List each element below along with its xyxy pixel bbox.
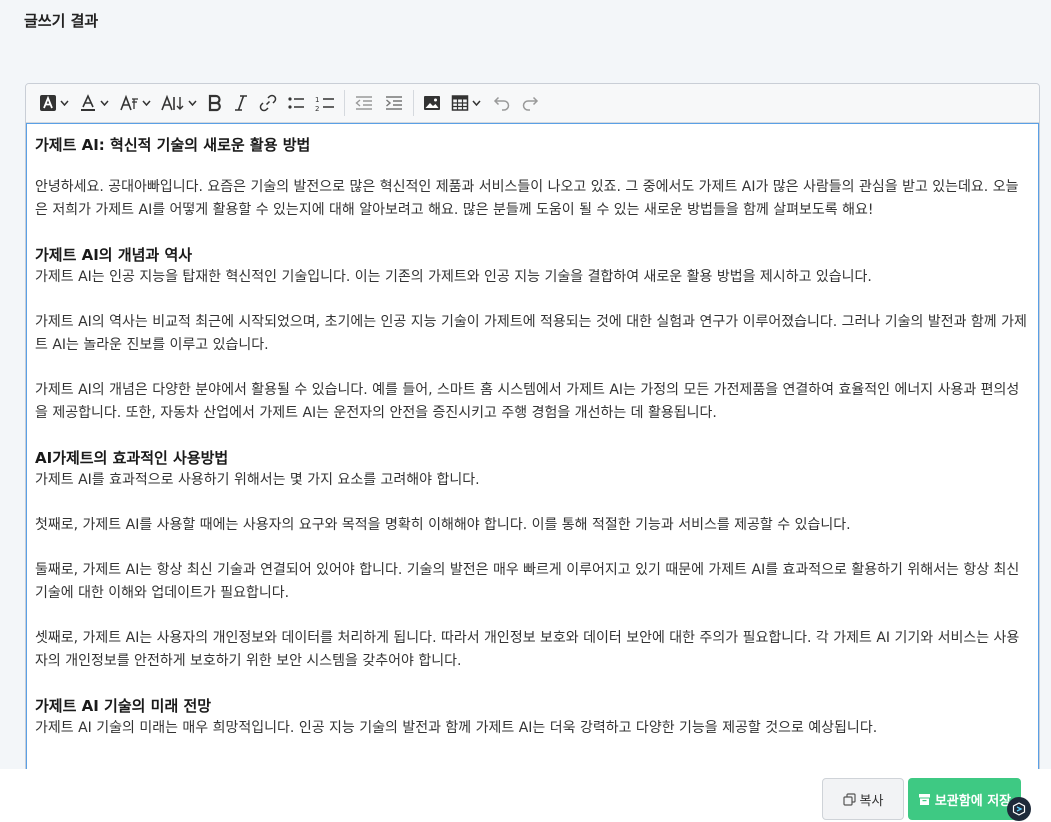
toolbar-divider [413, 90, 414, 116]
paragraph: 첫째로, 가제트 AI를 사용할 때에는 사용자의 요구와 목적을 명확히 이해… [35, 517, 851, 533]
italic-button[interactable] [228, 88, 254, 118]
redo-button[interactable] [516, 88, 546, 118]
font-format-button[interactable] [114, 88, 156, 118]
copy-icon [842, 792, 856, 806]
editor-toolbar: 12 [26, 84, 1039, 123]
outdent-icon [355, 96, 372, 110]
paragraph: 가제트 AI의 역사는 비교적 최근에 시작되었으며, 초기에는 인공 지능 기… [35, 314, 1027, 353]
text-background-button[interactable] [34, 88, 74, 118]
font-color-button[interactable] [74, 88, 114, 118]
paragraph: 셋째로, 가제트 AI는 사용자의 개인정보와 데이터를 처리하게 됩니다. 따… [35, 630, 1020, 669]
chevron-down-icon [142, 100, 151, 106]
page-title: 글쓰기 결과 [24, 12, 99, 30]
italic-icon [235, 95, 247, 111]
link-icon [259, 94, 277, 112]
intro-paragraph: 안녕하세요. 공대아빠입니다. 요즘은 기술의 발전으로 많은 혁신적인 제품과… [35, 179, 1019, 218]
undo-button[interactable] [486, 88, 516, 118]
link-button[interactable] [254, 88, 282, 118]
undo-icon [493, 96, 510, 111]
rich-text-editor[interactable]: 12 가제트 AI: 혁신적 기술의 새로운 활용 방법 안녕하세요. 공대아빠… [25, 83, 1040, 771]
section-heading: AI가제트의 효과적인 사용방법 [35, 449, 229, 467]
bullet-list-icon [288, 97, 304, 109]
font-format-icon [120, 94, 138, 111]
save-to-storage-button[interactable]: 보관함에 저장 [908, 778, 1021, 820]
table-button[interactable] [446, 88, 486, 118]
chevron-down-icon [60, 100, 69, 106]
font-size-button[interactable] [156, 88, 202, 118]
table-icon [451, 95, 469, 111]
redo-icon [522, 96, 539, 111]
toolbar-divider [344, 90, 345, 116]
chevron-down-icon [100, 100, 109, 106]
font-size-icon [161, 94, 184, 111]
assistant-icon [1012, 802, 1026, 816]
section-heading: 가제트 AI의 개념과 역사 [35, 246, 193, 264]
svg-text:2: 2 [315, 105, 319, 112]
paragraph: 가제트 AI 기술의 미래는 매우 희망적입니다. 인공 지능 기술의 발전과 … [35, 720, 878, 736]
paragraph: 가제트 AI는 인공 지능을 탑재한 혁신적인 기술입니다. 이는 기존의 가제… [35, 269, 872, 285]
text-background-icon [40, 95, 56, 111]
archive-icon [918, 793, 930, 805]
copy-label: 복사 [859, 793, 884, 809]
assistant-fab[interactable] [1007, 797, 1031, 821]
image-button[interactable] [418, 88, 446, 118]
numbered-list-button[interactable]: 12 [310, 88, 340, 118]
indent-icon [386, 96, 402, 110]
paragraph: 가제트 AI를 효과적으로 사용하기 위해서는 몇 가지 요소를 고려해야 합니… [35, 472, 480, 488]
numbered-list-icon: 12 [315, 96, 334, 112]
svg-text:1: 1 [315, 96, 319, 104]
font-color-icon [81, 94, 95, 111]
editor-content-area[interactable]: 가제트 AI: 혁신적 기술의 새로운 활용 방법 안녕하세요. 공대아빠입니다… [26, 123, 1039, 770]
article-title: 가제트 AI: 혁신적 기술의 새로운 활용 방법 [35, 136, 311, 154]
paragraph: 가제트 AI의 개념은 다양한 분야에서 활용될 수 있습니다. 예를 들어, … [35, 382, 1020, 421]
image-icon [424, 96, 440, 110]
chevron-down-icon [188, 100, 197, 106]
bullet-list-button[interactable] [282, 88, 310, 118]
copy-button[interactable]: 복사 [822, 778, 904, 820]
paragraph: 둘째로, 가제트 AI는 항상 최신 기술과 연결되어 있어야 합니다. 기술의… [35, 562, 1020, 601]
bold-button[interactable] [202, 88, 228, 118]
chevron-down-icon [472, 100, 481, 106]
outdent-button[interactable] [349, 88, 379, 118]
indent-button[interactable] [379, 88, 409, 118]
section-heading: 가제트 AI 기술의 미래 전망 [35, 697, 212, 715]
bold-icon [208, 94, 221, 112]
save-label: 보관함에 저장 [934, 793, 1012, 809]
